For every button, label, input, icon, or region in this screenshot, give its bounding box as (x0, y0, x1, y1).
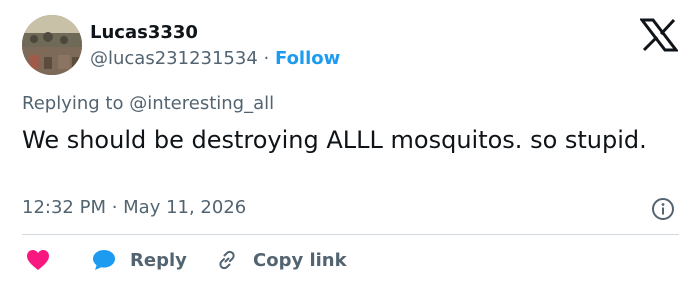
handle-separator: · (263, 48, 270, 69)
tweet-card: Lucas3330 @lucas231231534 · Follow Reply… (0, 0, 700, 287)
like-button[interactable] (26, 246, 50, 274)
divider (22, 234, 679, 235)
info-icon[interactable] (651, 197, 675, 221)
reply-context-prefix: Replying to (22, 93, 124, 114)
copy-link-label: Copy link (253, 249, 347, 271)
link-icon (219, 250, 235, 270)
reply-button[interactable]: Reply (92, 246, 187, 274)
reply-context: Replying to @interesting_all (22, 93, 274, 115)
author-display-name[interactable]: Lucas3330 (90, 22, 198, 44)
tweet-text: We should be destroying ALLL mosquitos. … (22, 126, 647, 154)
copy-link-button[interactable]: Copy link (215, 246, 347, 274)
reply-bubble-icon (93, 250, 115, 270)
reply-context-target[interactable]: @interesting_all (129, 93, 274, 114)
avatar[interactable] (22, 15, 82, 75)
author-handle-row: @lucas231231534 · Follow (90, 48, 340, 70)
author-handle[interactable]: @lucas231231534 (90, 48, 258, 69)
reply-label: Reply (130, 249, 187, 271)
x-logo-icon[interactable] (640, 18, 678, 52)
tweet-timestamp[interactable]: 12:32 PM · May 11, 2026 (22, 197, 246, 219)
heart-icon (27, 250, 49, 270)
follow-button[interactable]: Follow (275, 48, 340, 69)
